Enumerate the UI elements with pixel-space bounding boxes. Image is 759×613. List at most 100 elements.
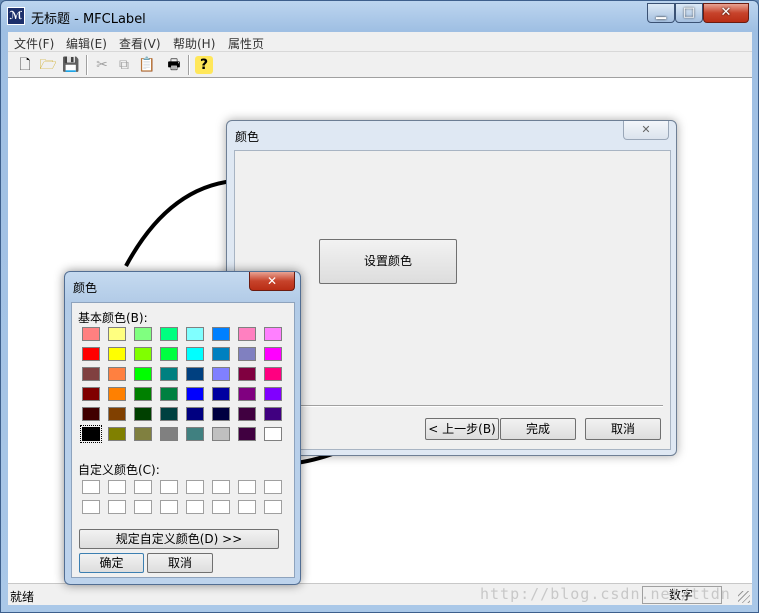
save-disk-icon[interactable]: 💾 (62, 56, 80, 74)
color-swatch[interactable] (108, 347, 126, 361)
define-custom-colors-button[interactable]: 规定自定义颜色(D) >> (79, 529, 279, 549)
custom-color-slot[interactable] (186, 480, 204, 494)
color-swatch[interactable] (186, 367, 204, 381)
color-dialog-body: 基本颜色(B): 自定义颜色(C): 规定自定义颜色(D) >> 确定 取消 (71, 302, 295, 578)
color-swatch[interactable] (186, 327, 204, 341)
color-swatch[interactable] (238, 327, 256, 341)
custom-color-slot[interactable] (82, 500, 100, 514)
cancel-button[interactable]: 取消 (147, 553, 213, 573)
close-icon: ✕ (641, 123, 651, 136)
minimize-button[interactable]: ▁ (647, 3, 675, 23)
custom-color-slot[interactable] (160, 500, 178, 514)
menu-view[interactable]: 查看(V) (119, 35, 161, 52)
color-dialog-close-button[interactable]: ✕ (249, 272, 295, 291)
maximize-button[interactable]: □ (675, 3, 703, 23)
custom-color-slot[interactable] (264, 500, 282, 514)
color-swatch[interactable] (108, 387, 126, 401)
color-swatch[interactable] (186, 427, 204, 441)
menu-edit[interactable]: 编辑(E) (66, 35, 107, 52)
help-icon[interactable]: ? (195, 56, 213, 74)
custom-color-slot[interactable] (160, 480, 178, 494)
color-swatch[interactable] (186, 347, 204, 361)
color-swatch[interactable] (134, 367, 152, 381)
color-swatch[interactable] (238, 427, 256, 441)
color-swatch[interactable] (238, 347, 256, 361)
new-file-icon[interactable]: 🗋 (16, 56, 34, 74)
resize-grip-icon[interactable] (738, 591, 750, 603)
title-bar[interactable]: ℳ 无标题 - MFCLabel ▁ □ ✕ (1, 1, 758, 31)
color-swatch[interactable] (134, 407, 152, 421)
color-swatch[interactable] (264, 427, 282, 441)
color-swatch[interactable] (186, 407, 204, 421)
color-swatch[interactable] (160, 327, 178, 341)
watermark: http://blog.csdn.net/ttdn (480, 585, 731, 603)
color-swatch[interactable] (134, 347, 152, 361)
color-swatch[interactable] (212, 327, 230, 341)
color-swatch[interactable] (108, 367, 126, 381)
custom-color-slot[interactable] (212, 500, 230, 514)
set-color-button[interactable]: 设置颜色 (319, 239, 457, 284)
app-icon: ℳ (7, 7, 25, 25)
back-button[interactable]: < 上一步(B) (425, 418, 499, 440)
color-swatch[interactable] (264, 407, 282, 421)
cancel-button[interactable]: 取消 (585, 418, 661, 440)
color-swatch[interactable] (82, 387, 100, 401)
color-swatch[interactable] (238, 407, 256, 421)
color-swatch[interactable] (264, 347, 282, 361)
color-swatch[interactable] (238, 367, 256, 381)
menu-property-pages[interactable]: 属性页 (228, 35, 264, 52)
custom-color-slot[interactable] (134, 480, 152, 494)
color-swatch[interactable] (264, 387, 282, 401)
close-button[interactable]: ✕ (703, 3, 749, 23)
color-swatch[interactable] (212, 387, 230, 401)
color-swatch[interactable] (264, 327, 282, 341)
wizard-title: 颜色 (235, 130, 260, 144)
toolbar-separator (188, 55, 190, 75)
color-swatch[interactable] (264, 367, 282, 381)
paste-icon[interactable]: 📋 (138, 56, 156, 74)
print-icon[interactable]: 🖶 (165, 56, 183, 74)
color-swatch[interactable] (212, 367, 230, 381)
finish-button[interactable]: 完成 (500, 418, 576, 440)
wizard-close-button[interactable]: ✕ (623, 121, 669, 140)
color-swatch[interactable] (212, 427, 230, 441)
custom-color-slot[interactable] (82, 480, 100, 494)
color-swatch[interactable] (212, 407, 230, 421)
custom-color-slot[interactable] (238, 480, 256, 494)
menu-help[interactable]: 帮助(H) (173, 35, 215, 52)
color-swatch[interactable] (82, 327, 100, 341)
color-swatch[interactable] (186, 387, 204, 401)
color-swatch[interactable] (134, 427, 152, 441)
color-swatch[interactable] (134, 387, 152, 401)
color-swatch[interactable] (134, 327, 152, 341)
color-swatch[interactable] (108, 407, 126, 421)
color-swatch[interactable] (160, 367, 178, 381)
copy-icon[interactable]: ⧉ (115, 56, 133, 74)
toolbar-separator (86, 55, 88, 75)
close-icon: ✕ (720, 5, 732, 20)
color-swatch[interactable] (160, 407, 178, 421)
color-swatch[interactable] (108, 427, 126, 441)
color-swatch[interactable] (160, 387, 178, 401)
custom-color-slot[interactable] (264, 480, 282, 494)
custom-color-slot[interactable] (238, 500, 256, 514)
cut-icon[interactable]: ✂ (93, 56, 111, 74)
color-swatch[interactable] (82, 407, 100, 421)
color-swatch[interactable] (82, 347, 100, 361)
custom-color-slot[interactable] (108, 500, 126, 514)
custom-color-slot[interactable] (134, 500, 152, 514)
color-swatch[interactable] (80, 425, 102, 443)
color-swatch[interactable] (108, 327, 126, 341)
color-swatch[interactable] (82, 367, 100, 381)
open-folder-icon[interactable]: 🗁 (39, 56, 57, 74)
custom-color-slot[interactable] (186, 500, 204, 514)
maximize-icon: □ (682, 5, 696, 20)
color-swatch[interactable] (160, 427, 178, 441)
custom-color-slot[interactable] (212, 480, 230, 494)
color-swatch[interactable] (238, 387, 256, 401)
menu-file[interactable]: 文件(F) (14, 35, 54, 52)
color-swatch[interactable] (212, 347, 230, 361)
ok-button[interactable]: 确定 (79, 553, 144, 573)
color-swatch[interactable] (160, 347, 178, 361)
custom-color-slot[interactable] (108, 480, 126, 494)
